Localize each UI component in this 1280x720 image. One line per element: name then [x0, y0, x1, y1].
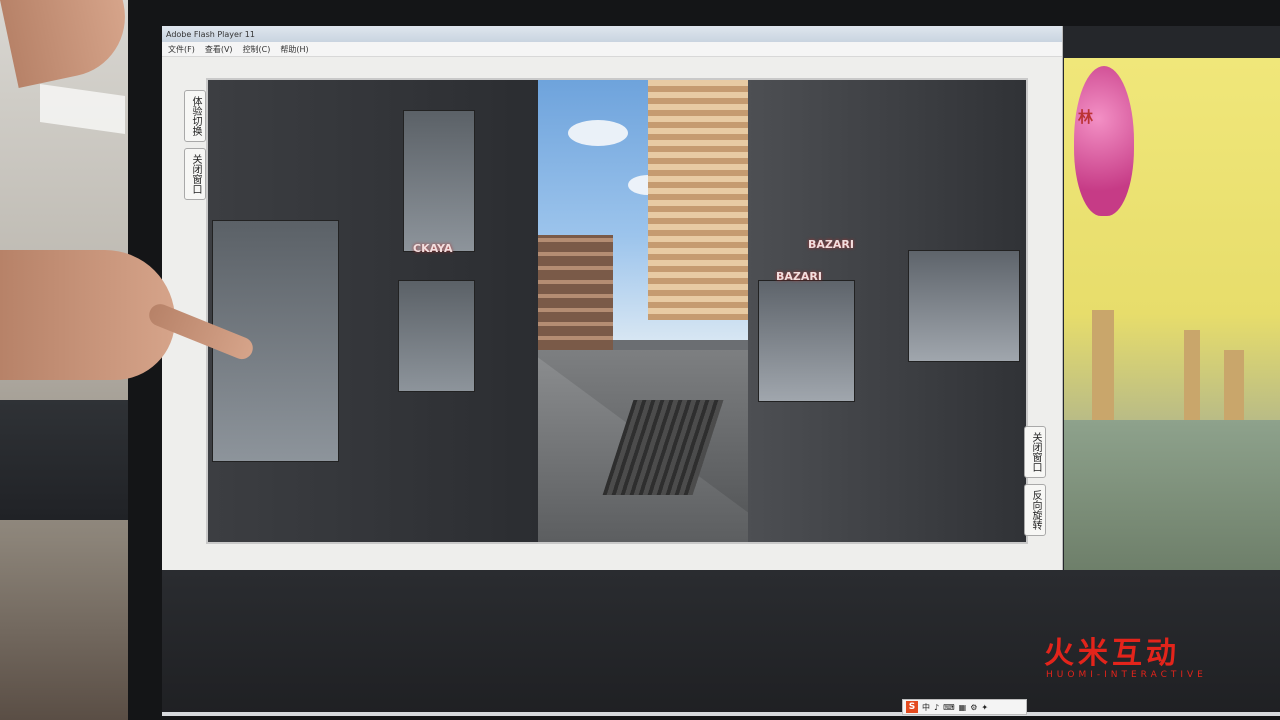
monitor-screen: Adobe Flash Player 11 文件(F) 查看(V) 控制(C) …: [162, 26, 1280, 716]
river-water: [1064, 420, 1280, 570]
shop-window: [403, 110, 475, 252]
ime-chinese-mode[interactable]: 中: [922, 702, 930, 713]
desktop-wallpaper-ad: 林: [1064, 58, 1280, 570]
far-building: [528, 235, 613, 350]
window-titlebar: Adobe Flash Player 11: [162, 26, 1062, 42]
reverse-rotate-button[interactable]: 反向旋转: [1024, 484, 1046, 536]
3d-street-viewport[interactable]: CKAYA BAZARI BAZARI: [206, 78, 1028, 544]
huomi-logo: 火米互动: [1044, 636, 1180, 671]
ime-sound-icon[interactable]: ♪: [934, 703, 939, 712]
menu-view[interactable]: 查看(V): [205, 44, 233, 55]
ad-text: 林: [1078, 108, 1094, 126]
right-storefront: BAZARI BAZARI: [748, 80, 1026, 542]
left-storefront: CKAYA: [208, 80, 538, 542]
menu-help[interactable]: 帮助(H): [280, 44, 308, 55]
shop-sign-left: CKAYA: [413, 242, 453, 255]
huomi-subtitle: HUOMI-INTERACTIVE: [1046, 670, 1207, 680]
ime-toolbox-icon[interactable]: ▦: [959, 703, 967, 712]
ime-skin-icon[interactable]: ✦: [981, 703, 988, 712]
ime-keyboard-icon[interactable]: ⌨: [943, 703, 955, 712]
shop-window: [758, 280, 855, 402]
menu-control[interactable]: 控制(C): [243, 44, 271, 55]
ime-settings-icon[interactable]: ⚙: [970, 703, 977, 712]
cloud: [568, 120, 628, 146]
close-window-button-right[interactable]: 关闭窗口: [1024, 426, 1046, 478]
hot-air-balloon: [1074, 66, 1134, 216]
taskbar: [162, 712, 1280, 716]
shop-window: [908, 250, 1020, 362]
close-window-button-left[interactable]: 关闭窗口: [184, 148, 206, 200]
shop-sign-right-top: BAZARI: [808, 238, 854, 251]
shop-sign-right: BAZARI: [776, 270, 822, 283]
shop-window: [398, 280, 475, 392]
flash-player-window: Adobe Flash Player 11 文件(F) 查看(V) 控制(C) …: [162, 26, 1063, 570]
office-desk: [0, 400, 140, 520]
ime-toolbar: S 中 ♪ ⌨ ▦ ⚙ ✦: [902, 699, 1027, 715]
ceiling-light: [40, 84, 125, 134]
switch-experience-button[interactable]: 体验切换: [184, 90, 206, 142]
window-title: Adobe Flash Player 11: [166, 29, 255, 39]
menu-file[interactable]: 文件(F): [168, 44, 195, 55]
menu-bar: 文件(F) 查看(V) 控制(C) 帮助(H): [162, 42, 1062, 57]
sogou-ime-icon[interactable]: S: [906, 701, 918, 713]
